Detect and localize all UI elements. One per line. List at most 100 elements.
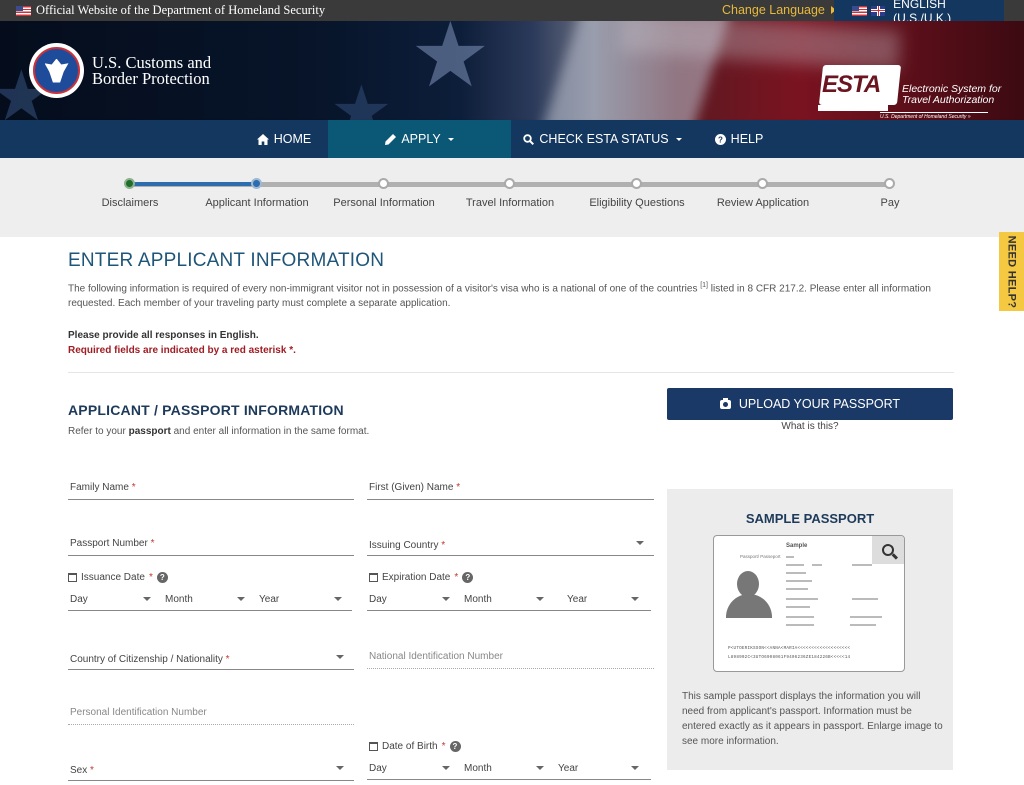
date-of-birth-group: Day Month Year bbox=[367, 758, 651, 780]
nav-home[interactable]: HOME bbox=[240, 120, 328, 158]
home-icon bbox=[256, 133, 269, 145]
step-label-review-application: Review Application bbox=[716, 197, 810, 209]
issuance-month-select[interactable]: Month bbox=[165, 594, 193, 605]
upload-passport-button[interactable]: UPLOAD YOUR PASSPORT bbox=[667, 388, 953, 420]
chevron-down-icon bbox=[636, 541, 644, 545]
expiration-date-label: Expiration Date * ? bbox=[369, 572, 474, 583]
chevron-down-icon bbox=[334, 597, 342, 601]
calendar-icon bbox=[369, 573, 378, 582]
expiration-date-group: Day Month Year bbox=[367, 589, 651, 611]
sample-passport-description: This sample passport displays the inform… bbox=[682, 691, 943, 747]
step-dot-disclaimers[interactable] bbox=[124, 178, 135, 189]
chevron-down-icon bbox=[442, 766, 450, 770]
help-circle-icon: ? bbox=[714, 133, 726, 145]
first-name-field[interactable]: First (Given) Name * bbox=[367, 476, 654, 500]
star-decoration-icon: ★ bbox=[410, 21, 491, 106]
help-circle-icon[interactable]: ? bbox=[156, 572, 168, 583]
date-of-birth-label: Date of Birth * ? bbox=[369, 741, 461, 752]
language-selector[interactable]: ENGLISH (U.S./U.K.) bbox=[834, 0, 1004, 25]
nav-check-status[interactable]: CHECK ESTA STATUS bbox=[520, 120, 685, 158]
change-language-label: Change Language bbox=[722, 3, 825, 17]
page-title: ENTER APPLICANT INFORMATION bbox=[68, 250, 385, 271]
main-nav: HOME APPLY CHECK ESTA STATUS ? HELP bbox=[0, 120, 1024, 158]
step-label-applicant-information[interactable]: Applicant Information bbox=[205, 197, 308, 209]
step-dot-travel-information bbox=[504, 178, 515, 189]
section-subtitle: Refer to your passport and enter all inf… bbox=[68, 426, 370, 437]
official-site-bar: Official Website of the Department of Ho… bbox=[0, 0, 1024, 25]
sample-passport-panel: SAMPLE PASSPORT Passport/ Passeport Samp… bbox=[667, 489, 953, 770]
dhs-seal-logo[interactable] bbox=[29, 43, 84, 98]
svg-text:?: ? bbox=[718, 135, 723, 144]
need-help-tab[interactable]: NEED HELP? bbox=[999, 232, 1024, 311]
issuance-date-label: Issuance Date * ? bbox=[68, 572, 168, 583]
birth-year-select[interactable]: Year bbox=[558, 763, 578, 774]
caret-down-icon bbox=[675, 137, 682, 141]
step-dot-personal-information bbox=[378, 178, 389, 189]
birth-day-select[interactable]: Day bbox=[369, 763, 387, 774]
sample-passport-title: SAMPLE PASSPORT bbox=[745, 511, 875, 526]
step-label-travel-information: Travel Information bbox=[465, 197, 555, 209]
step-label-eligibility-questions: Eligibility Questions bbox=[589, 197, 685, 209]
chevron-down-icon bbox=[442, 597, 450, 601]
sex-select[interactable]: Sex * bbox=[68, 757, 354, 781]
us-flag-icon bbox=[16, 5, 31, 16]
upload-passport-label: UPLOAD YOUR PASSPORT bbox=[738, 397, 901, 411]
official-site-text: Official Website of the Department of Ho… bbox=[36, 3, 326, 17]
divider bbox=[68, 372, 954, 373]
caret-down-icon bbox=[447, 137, 454, 141]
mrz-line-1: P<UTOERIKSSON<<ANNA<MARIA<<<<<<<<<<<<<<<… bbox=[728, 646, 851, 651]
chevron-down-icon bbox=[336, 655, 344, 659]
what-is-this-link[interactable]: What is this? bbox=[667, 421, 953, 432]
official-site-notice: Official Website of the Department of Ho… bbox=[16, 3, 325, 18]
step-label-personal-information: Personal Information bbox=[333, 197, 435, 209]
nav-help[interactable]: ? HELP bbox=[705, 120, 773, 158]
expiration-month-select[interactable]: Month bbox=[464, 594, 492, 605]
issuing-country-select[interactable]: Issuing Country * bbox=[367, 532, 654, 556]
family-name-field[interactable]: Family Name * bbox=[68, 476, 354, 500]
personal-id-field[interactable]: Personal Identification Number bbox=[68, 701, 354, 725]
uk-flag-icon bbox=[870, 5, 886, 16]
search-icon bbox=[523, 133, 535, 145]
chevron-down-icon bbox=[536, 597, 544, 601]
chevron-down-icon bbox=[536, 766, 544, 770]
sample-passport-image[interactable]: Passport/ Passeport Sample P<UTOERIKSSON… bbox=[713, 535, 905, 672]
issuance-day-select[interactable]: Day bbox=[70, 594, 88, 605]
need-help-label: NEED HELP? bbox=[1005, 235, 1018, 308]
step-dot-applicant-information[interactable] bbox=[251, 178, 262, 189]
help-circle-icon[interactable]: ? bbox=[462, 572, 474, 583]
application-progress: Disclaimers Applicant Information Person… bbox=[0, 158, 1024, 237]
esta-logo[interactable]: ESTA bbox=[818, 65, 902, 113]
footnote-link[interactable]: [1] bbox=[700, 282, 708, 289]
calendar-icon bbox=[369, 742, 378, 751]
issuance-year-select[interactable]: Year bbox=[259, 594, 279, 605]
citizenship-select[interactable]: Country of Citizenship / Nationality * bbox=[68, 646, 354, 670]
agency-name[interactable]: U.S. Customs and Border Protection bbox=[92, 54, 211, 87]
step-dot-pay bbox=[884, 178, 895, 189]
enlarge-passport-button[interactable] bbox=[872, 536, 904, 564]
nav-home-label: HOME bbox=[273, 132, 312, 146]
star-decoration-icon: ★ bbox=[330, 72, 393, 120]
us-flag-icon bbox=[852, 5, 867, 16]
national-id-field[interactable]: National Identification Number bbox=[367, 645, 654, 669]
nav-apply-label: APPLY bbox=[401, 132, 441, 146]
issuance-date-group: Day Month Year bbox=[68, 589, 352, 611]
passport-number-field[interactable]: Passport Number * bbox=[68, 532, 354, 556]
section-title: APPLICANT / PASSPORT INFORMATION bbox=[68, 402, 344, 418]
required-fields-note: Required fields are indicated by a red a… bbox=[68, 345, 296, 356]
chevron-down-icon bbox=[336, 766, 344, 770]
nav-apply[interactable]: APPLY bbox=[328, 120, 511, 158]
chevron-down-icon bbox=[237, 597, 245, 601]
step-label-disclaimers[interactable]: Disclaimers bbox=[102, 197, 159, 209]
eagle-icon bbox=[44, 58, 69, 83]
camera-icon bbox=[719, 397, 731, 409]
pencil-icon bbox=[385, 133, 397, 145]
expiration-day-select[interactable]: Day bbox=[369, 594, 387, 605]
magnifier-icon bbox=[882, 544, 894, 556]
expiration-year-select[interactable]: Year bbox=[567, 594, 587, 605]
birth-month-select[interactable]: Month bbox=[464, 763, 492, 774]
change-language-link[interactable]: Change Language bbox=[722, 3, 836, 17]
chevron-down-icon bbox=[631, 597, 639, 601]
esta-dhs-subtitle: U.S. Department of Homeland Security » bbox=[880, 112, 988, 120]
help-circle-icon[interactable]: ? bbox=[449, 741, 461, 752]
nav-help-label: HELP bbox=[730, 132, 764, 146]
